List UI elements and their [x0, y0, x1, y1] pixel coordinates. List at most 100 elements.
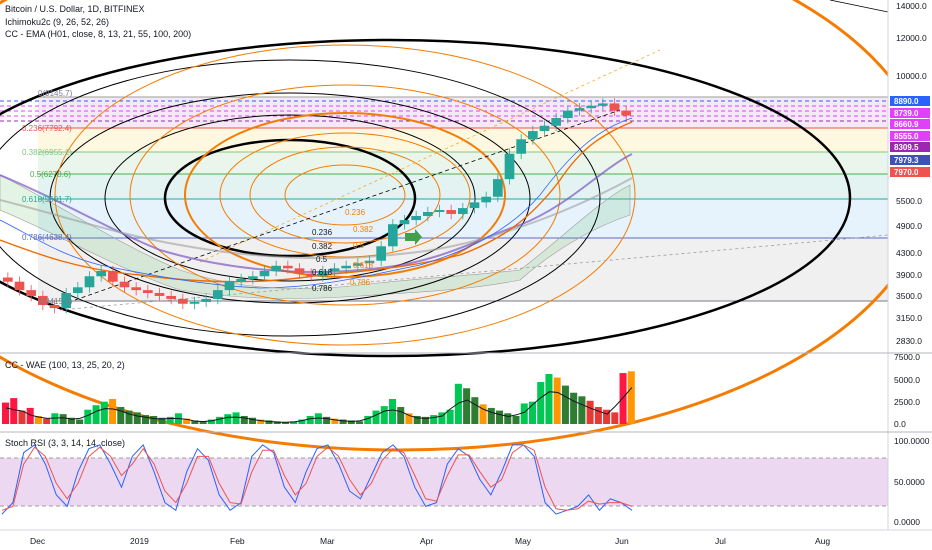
price-badge: 8309.5 — [894, 143, 919, 152]
candle-body — [213, 290, 223, 299]
wae-bar — [578, 396, 586, 424]
price-tick: 4900.0 — [896, 221, 922, 231]
price-tick: 3900.0 — [896, 270, 922, 280]
candle-body — [26, 290, 36, 296]
candle-body — [574, 108, 585, 111]
wae-bar — [553, 377, 561, 424]
candle-body — [376, 246, 386, 261]
wae-pane[interactable]: CC - WAE (100, 13, 25, 20, 2) 7500.0 500… — [2, 352, 920, 429]
stoch-tick: 0.0000 — [894, 517, 920, 527]
time-tick: May — [515, 536, 532, 546]
price-axis[interactable]: 14000.0 12000.0 10000.0 5500.0 4900.0 43… — [887, 0, 932, 530]
wae-bar — [224, 414, 232, 424]
stoch-band — [0, 458, 888, 506]
candle-body — [434, 210, 445, 213]
candle-body — [108, 270, 118, 282]
candle-body — [96, 270, 106, 277]
wae-bar — [18, 410, 26, 424]
symbol-title[interactable]: Bitcoin / U.S. Dollar, 1D, BITFINEX — [5, 4, 145, 14]
wae-bar — [487, 407, 495, 424]
time-tick: Jun — [615, 536, 629, 546]
time-tick: Feb — [230, 536, 245, 546]
fib-label-0: 0(9145.7) — [38, 89, 73, 98]
candle-body — [504, 153, 515, 180]
price-badge: 8890.0 — [894, 97, 919, 106]
wae-bar — [561, 385, 569, 424]
wae-bar — [586, 400, 594, 424]
time-axis[interactable]: Dec 2019 Feb Mar Apr May Jun Jul Aug — [0, 529, 932, 546]
wae-bar — [133, 412, 141, 424]
wae-bar — [397, 407, 405, 424]
wae-bar — [356, 421, 364, 424]
price-badges: 8890.0 8739.0 8660.9 8555.0 8309.5 7979.… — [890, 96, 930, 177]
candle-body — [73, 287, 83, 294]
wae-bar — [430, 415, 438, 424]
wae-bar — [43, 418, 51, 424]
candle-body — [399, 220, 410, 225]
candle-body — [481, 196, 491, 203]
indicator-ichimoku[interactable]: Ichimoku2c (9, 26, 52, 26) — [5, 17, 109, 27]
fib-label-1: 1(3415.4) — [38, 297, 73, 306]
circle-label: 0.382 — [312, 242, 333, 251]
fib-label-0382: 0.382(6955.1) — [22, 148, 72, 157]
wae-histogram — [2, 371, 635, 424]
candle-body — [539, 125, 550, 132]
circle-label: 0.618 — [353, 261, 374, 270]
price-tick: 12000.0 — [896, 33, 927, 43]
price-tick: 3150.0 — [896, 313, 922, 323]
time-tick: 2019 — [130, 536, 149, 546]
time-tick: Jul — [715, 536, 726, 546]
wae-bar — [117, 407, 125, 424]
circle-label: 0.236 — [345, 208, 366, 217]
fib-label-05: 0.5(6278.6) — [30, 170, 71, 179]
candle-body — [411, 215, 421, 221]
time-tick: Mar — [320, 536, 335, 546]
tradingview-chart[interactable]: 0(9145.7) 0.236(7792.4) 0.382(6955.1) 0.… — [0, 0, 932, 550]
stoch-tick: 50.0000 — [894, 477, 925, 487]
circle-label: 0.786 — [350, 278, 371, 287]
candle-body — [259, 270, 270, 277]
wae-bar — [520, 403, 528, 424]
price-tick: 4300.0 — [896, 248, 922, 258]
indicator-stoch: Stoch RSI (3, 3, 14, 14, close) — [5, 438, 125, 448]
wae-bar — [166, 416, 174, 424]
candle-body — [458, 208, 468, 214]
circle-label: 0.382 — [353, 225, 374, 234]
stoch-rsi-pane[interactable]: Stoch RSI (3, 3, 14, 14, close) 100.0000… — [0, 436, 930, 527]
candle-body — [528, 131, 538, 140]
time-tick: Aug — [815, 536, 830, 546]
wae-bar — [463, 388, 471, 424]
stoch-tick: 100.0000 — [894, 436, 930, 446]
candle-body — [283, 265, 293, 269]
wae-bar — [10, 398, 18, 424]
wae-bar — [306, 415, 314, 424]
wae-bar — [59, 414, 67, 424]
price-tick: 2830.0 — [896, 336, 922, 346]
wae-bar — [512, 415, 520, 424]
wae-bar — [504, 413, 512, 424]
wae-bar — [627, 371, 635, 424]
price-tick: 3500.0 — [896, 291, 922, 301]
wae-tick: 5000.0 — [894, 375, 920, 385]
circle-label: 0.5 — [353, 241, 365, 250]
indicator-ema[interactable]: CC - EMA (H01, close, 8, 13, 21, 55, 100… — [5, 29, 191, 39]
candle-body — [294, 268, 305, 274]
wae-bar — [611, 412, 619, 424]
candle-body — [341, 265, 351, 269]
price-tick: 10000.0 — [896, 71, 927, 81]
time-tick: Apr — [420, 536, 433, 546]
wae-tick: 0.0 — [894, 419, 906, 429]
candle-body — [493, 179, 503, 197]
candle-body — [446, 210, 456, 214]
wae-bar — [92, 405, 100, 424]
price-badge: 8660.9 — [894, 120, 919, 129]
wae-tick: 2500.0 — [894, 397, 920, 407]
candle-body — [469, 202, 480, 209]
candle-body — [14, 281, 25, 291]
candle-body — [189, 301, 200, 304]
wae-bar — [216, 416, 224, 424]
wae-bar — [109, 398, 117, 424]
candle-body — [84, 276, 95, 288]
circle-label: 0.236 — [312, 228, 333, 237]
candle-body — [143, 290, 153, 294]
